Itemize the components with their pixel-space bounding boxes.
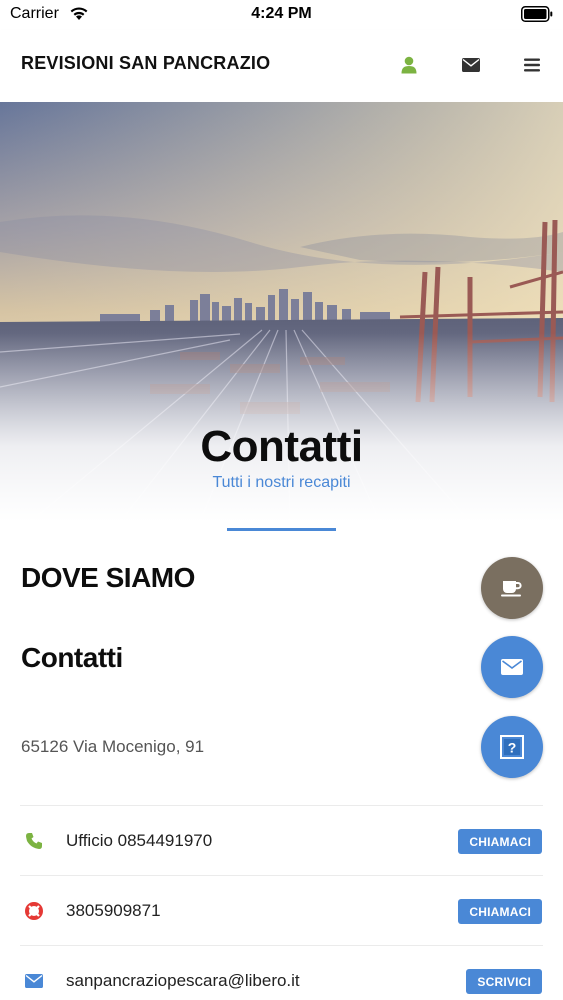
page-title: Contatti <box>200 422 363 471</box>
contact-row-phone: Ufficio 0854491970 CHIAMACI <box>20 805 543 875</box>
write-button[interactable]: SCRIVICI <box>466 969 542 994</box>
phone-icon <box>23 830 45 852</box>
app-title: REVISIONI SAN PANCRAZIO <box>21 53 271 73</box>
section-heading-where: DOVE SIAMO <box>21 562 195 593</box>
question-icon: ? <box>500 735 524 759</box>
lifebuoy-icon <box>23 900 45 922</box>
email-button[interactable] <box>481 636 543 698</box>
battery-icon <box>521 6 553 22</box>
contact-row-email: sanpancraziopescara@libero.it SCRIVICI <box>20 945 543 1000</box>
coffee-icon <box>501 581 522 597</box>
help-button[interactable]: ? <box>481 716 543 778</box>
section-heading-contacts: Contatti <box>21 642 123 673</box>
call-button[interactable]: CHIAMACI <box>458 829 542 854</box>
app-header: REVISIONI SAN PANCRAZIO <box>0 30 563 102</box>
status-bar: Carrier 4:24 PM <box>0 0 563 30</box>
clock: 4:24 PM <box>251 5 312 22</box>
svg-text:?: ? <box>508 740 517 756</box>
contact-row-mobile: 3805909871 CHIAMACI <box>20 875 543 945</box>
page-subtitle: Tutti i nostri recapiti <box>212 474 351 491</box>
contact-text: Ufficio 0854491970 <box>66 831 213 850</box>
call-button[interactable]: CHIAMACI <box>458 899 542 924</box>
hero-banner: Contatti Tutti i nostri recapiti <box>0 102 563 522</box>
envelope-icon[interactable] <box>460 54 482 76</box>
envelope-icon <box>23 970 45 992</box>
menu-icon[interactable] <box>521 54 543 76</box>
coffee-button[interactable] <box>481 557 543 619</box>
user-icon[interactable] <box>398 54 420 76</box>
title-divider <box>227 528 336 531</box>
address-text: 65126 Via Mocenigo, 91 <box>21 737 205 756</box>
contact-list: Ufficio 0854491970 CHIAMACI 3805909871 C… <box>20 805 543 1000</box>
envelope-icon <box>501 659 523 675</box>
contact-text: sanpancraziopescara@libero.it <box>66 971 300 990</box>
contact-text: 3805909871 <box>66 901 161 920</box>
